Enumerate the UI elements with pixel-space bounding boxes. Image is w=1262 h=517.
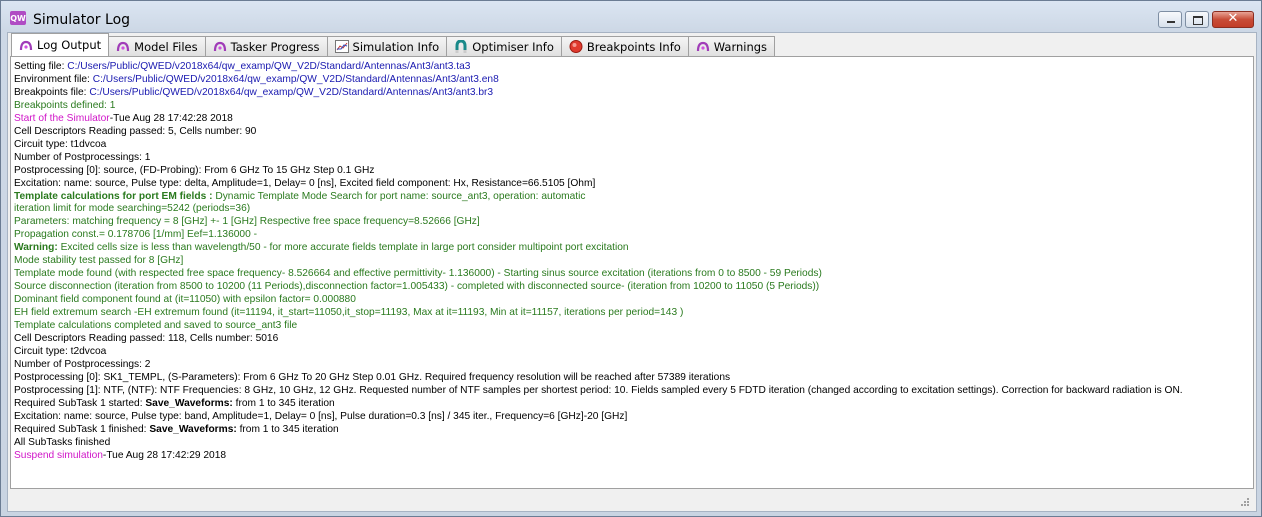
log-line: EH field extremum search -EH extremum fo… — [14, 307, 684, 319]
tab-label: Warnings — [713, 39, 768, 54]
qw-icon — [117, 41, 130, 52]
log-line: Suspend simulation-Tue Aug 28 17:42:29 2… — [14, 450, 1183, 463]
tab-label: Optimiser Info — [472, 39, 554, 54]
log-line: Postprocessing [1]: NTF, (NTF): NTF Freq… — [14, 384, 1183, 396]
tab-simulation-info[interactable]: Simulation Info — [326, 36, 448, 56]
log-line: Excitation: name: source, Pulse type: de… — [14, 177, 596, 189]
tab-optimiser-info[interactable]: Optimiser Info — [446, 36, 562, 56]
log-line: Required SubTask 1 finished: Save_Wavefo… — [14, 424, 1183, 437]
log-line: Number of Postprocessings: 2 — [14, 358, 151, 370]
log-label: Setting file: — [14, 61, 68, 72]
log-text: Excited cells size is less than waveleng… — [57, 242, 629, 254]
log-line: Parameters: matching frequency = 8 [GHz]… — [14, 216, 480, 228]
log-warning-label: Warning: — [14, 242, 58, 254]
subtask-name: Save_Waveforms: — [149, 423, 237, 435]
maximize-icon — [1193, 16, 1203, 25]
log-line: Environment file: C:/Users/Public/QWED/v… — [14, 74, 1183, 87]
resize-grip-icon[interactable] — [1240, 497, 1250, 507]
tab-model-files[interactable]: Model Files — [108, 36, 206, 56]
close-button[interactable]: ✕ — [1212, 11, 1254, 28]
log-event: Suspend simulation — [14, 449, 103, 461]
file-path: C:/Users/Public/QWED/v2018x64/qw_examp/Q… — [67, 61, 471, 72]
log-text: Required SubTask 1 started: — [14, 397, 146, 409]
log-line: All SubTasks finished — [14, 436, 111, 448]
minimize-icon — [1167, 21, 1175, 23]
log-label: Breakpoints file: — [14, 86, 90, 98]
chart-icon — [334, 40, 349, 53]
tab-label: Log Output — [37, 38, 102, 52]
subtask-name: Save_Waveforms: — [145, 397, 233, 409]
tab-label: Simulation Info — [352, 39, 440, 54]
tab-breakpoints-info[interactable]: Breakpoints Info — [560, 36, 689, 56]
log-text: from 1 to 345 iteration — [236, 423, 339, 435]
file-path: C:/Users/Public/QWED/v2018x64/qw_examp/Q… — [92, 73, 499, 85]
log-line: Template mode found (with respected free… — [14, 268, 822, 280]
log-label: Environment file: — [14, 73, 93, 85]
log-event: Start of the Simulator — [14, 112, 110, 124]
svg-text:QW: QW — [10, 14, 26, 23]
log-line: Circuit type: t1dvcoa — [14, 138, 107, 150]
log-line: Setting file: C:/Users/Public/QWED/v2018… — [14, 61, 1183, 74]
qw-icon — [19, 40, 33, 50]
window-title: Simulator Log — [33, 12, 131, 28]
magnet-icon — [455, 40, 467, 53]
log-line: Cell Descriptors Reading passed: 118, Ce… — [14, 333, 279, 345]
file-path: C:/Users/Public/QWED/v2018x64/qw_examp/Q… — [89, 86, 494, 98]
tab-warnings[interactable]: Warnings — [687, 36, 776, 56]
log-timestamp: -Tue Aug 28 17:42:29 2018 — [102, 449, 227, 461]
log-line: Start of the Simulator-Tue Aug 28 17:42:… — [14, 113, 1183, 126]
qw-icon — [213, 41, 226, 52]
log-line: Template calculations for port EM fields… — [14, 191, 1183, 204]
stop-icon — [569, 40, 583, 53]
client-area: Log Output Model Files Tasker Progress S… — [7, 32, 1257, 512]
tab-bar: Log Output Model Files Tasker Progress S… — [8, 33, 776, 56]
tab-label: Model Files — [134, 39, 198, 54]
tab-tasker-progress[interactable]: Tasker Progress — [204, 36, 328, 56]
log-line: Number of Postprocessings: 1 — [14, 151, 151, 163]
qw-icon — [696, 41, 709, 52]
log-line: Breakpoints defined: 1 — [14, 99, 116, 111]
log-heading: Template calculations for port EM fields… — [14, 190, 213, 202]
minimize-button[interactable] — [1158, 11, 1182, 28]
tab-log-output[interactable]: Log Output — [11, 33, 110, 56]
log-text: Required SubTask 1 finished: — [14, 423, 150, 435]
log-line: Warning: Excited cells size is less than… — [14, 242, 1183, 255]
simulator-log-window: QW Simulator Log ✕ Log Output Model File… — [0, 0, 1262, 517]
qw-app-icon: QW — [10, 11, 26, 25]
log-text: from 1 to 345 iteration — [232, 397, 335, 409]
tab-label: Tasker Progress — [230, 39, 320, 54]
log-line: Required SubTask 1 started: Save_Wavefor… — [14, 398, 1183, 411]
log-line: Breakpoints file: C:/Users/Public/QWED/v… — [14, 87, 1183, 100]
status-bar — [8, 491, 1254, 510]
maximize-button[interactable] — [1185, 11, 1209, 28]
log-line: Postprocessing [0]: SK1_TEMPL, (S-Parame… — [14, 371, 731, 383]
log-line: Circuit type: t2dvcoa — [14, 345, 107, 357]
log-text: Dynamic Template Mode Search for port na… — [212, 190, 586, 202]
tab-label: Breakpoints Info — [586, 39, 681, 54]
log-line: iteration limit for mode searching=5242 … — [14, 203, 251, 215]
log-line: Excitation: name: source, Pulse type: ba… — [14, 410, 628, 422]
log-line: Template calculations completed and save… — [14, 320, 298, 332]
log-line: Mode stability test passed for 8 [GHz] — [14, 255, 184, 267]
log-timestamp: -Tue Aug 28 17:42:28 2018 — [109, 112, 233, 124]
log-output-panel[interactable]: Setting file: C:/Users/Public/QWED/v2018… — [10, 56, 1254, 489]
title-bar[interactable]: QW Simulator Log ✕ — [1, 1, 1261, 31]
log-line: Source disconnection (iteration from 850… — [14, 281, 820, 293]
log-line: Propagation const.= 0.178706 [1/mm] Eef=… — [14, 229, 257, 241]
log-line: Postprocessing [0]: source, (FD-Probing)… — [14, 164, 375, 176]
close-icon: ✕ — [1227, 11, 1239, 26]
log-line: Dominant field component found at (it=11… — [14, 294, 356, 306]
log-line: Cell Descriptors Reading passed: 5, Cell… — [14, 125, 257, 137]
